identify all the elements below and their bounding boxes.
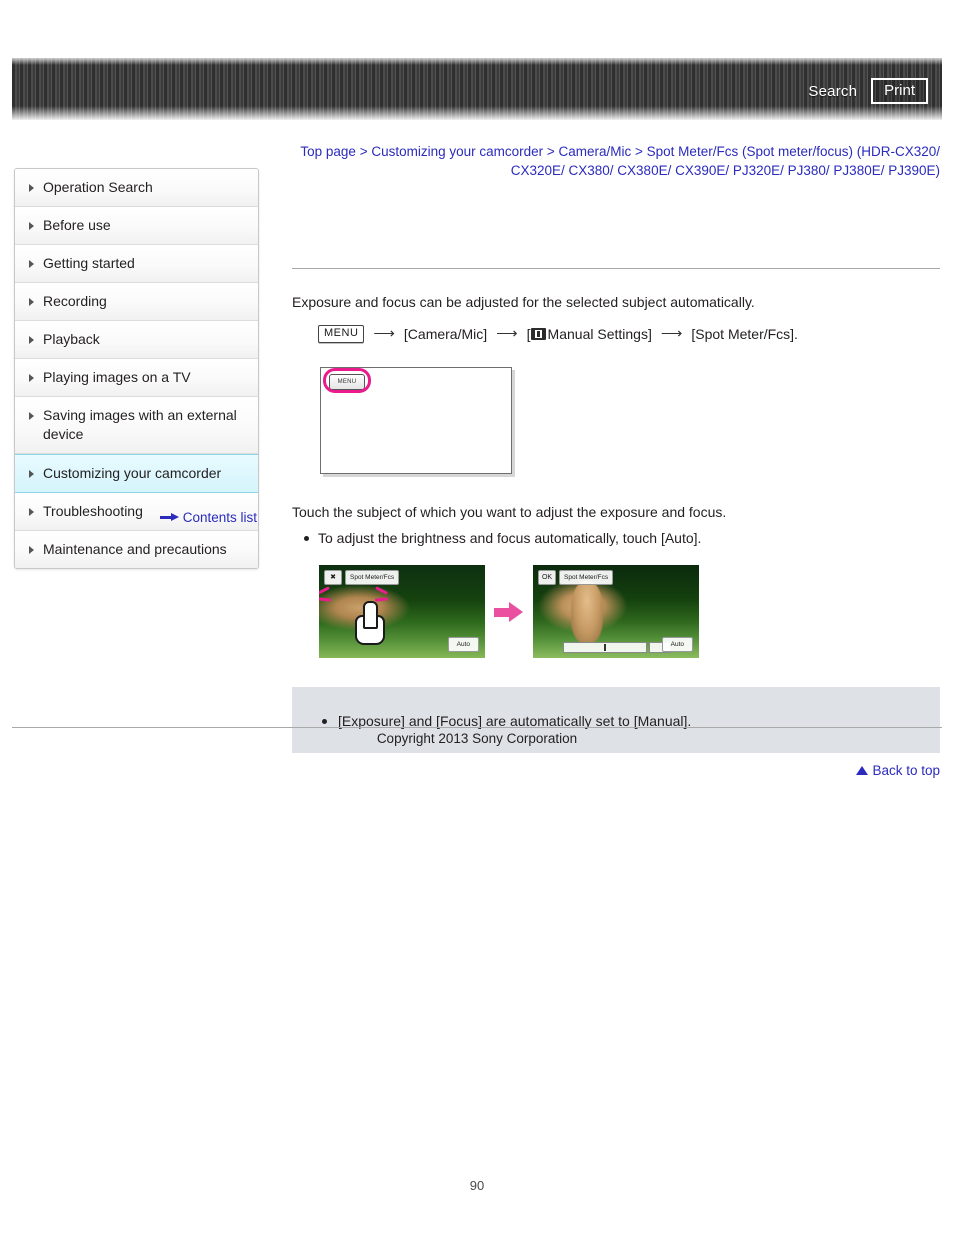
- sidebar-item-label: Recording: [43, 293, 107, 309]
- menu-button-chip: MENU: [318, 325, 365, 343]
- exposure-slider[interactable]: [563, 642, 647, 653]
- contents-list-link[interactable]: Contents list: [14, 510, 257, 525]
- transition-arrow-icon: [494, 601, 524, 622]
- hand-finger-shape: [363, 601, 378, 629]
- photo-before-touch: ✖ Spot Meter/Fcs Auto: [318, 564, 486, 659]
- sidebar-item-playing-images-on-a-tv[interactable]: Playing images on a TV: [15, 359, 258, 397]
- auto-button[interactable]: Auto: [661, 637, 693, 652]
- manual-settings-icon: [530, 328, 546, 340]
- header-actions: Search Print: [808, 78, 928, 105]
- menu-button-highlight-outline: [323, 368, 371, 393]
- page-number: 90: [469, 1178, 485, 1193]
- sidebar-item-operation-search[interactable]: Operation Search: [15, 169, 258, 207]
- camcorder-screen-mock: MENU: [320, 367, 512, 474]
- chevron-right-icon: [29, 184, 34, 192]
- auto-button[interactable]: Auto: [447, 637, 479, 652]
- note-text: [Exposure] and [Focus] are automatically…: [310, 711, 922, 731]
- touch-ray-icon: [319, 586, 330, 595]
- chevron-right-icon: [29, 470, 34, 478]
- header-top-fade: [12, 58, 942, 65]
- touch-instruction: Touch the subject of which you want to a…: [292, 504, 727, 520]
- sidebar-item-before-use[interactable]: Before use: [15, 207, 258, 245]
- menu-step-camera-mic: [Camera/Mic]: [403, 326, 488, 342]
- sidebar-navigation: Operation Search Before use Getting star…: [14, 168, 259, 569]
- menu-step-manual-settings: Manual Settings]: [547, 326, 652, 342]
- photo-comparison-row: ✖ Spot Meter/Fcs Auto OK Spot Meter/Fcs …: [318, 564, 940, 659]
- menu-step-bracket-open: [: [526, 326, 531, 342]
- menu-path: MENU ⟶ [Camera/Mic] ⟶ [ Manual Settings]…: [292, 323, 940, 345]
- cat-subject-focused: [571, 581, 603, 643]
- photo-after-touch: OK Spot Meter/Fcs Auto: [532, 564, 700, 659]
- arrow-icon: ⟶: [660, 325, 683, 342]
- breadcrumb[interactable]: Top page > Customizing your camcorder > …: [292, 142, 940, 180]
- close-icon[interactable]: ✖: [324, 570, 342, 585]
- chevron-right-icon: [29, 374, 34, 382]
- triangle-up-icon: [856, 766, 869, 775]
- sidebar-item-label: Getting started: [43, 255, 135, 271]
- arrow-icon: ⟶: [496, 325, 518, 342]
- main-content: Exposure and focus can be adjusted for t…: [292, 200, 940, 778]
- sidebar-item-label: Customizing your camcorder: [43, 465, 222, 481]
- sidebar-item-maintenance-and-precautions[interactable]: Maintenance and precautions: [15, 531, 258, 568]
- copyright-text: Copyright 2013 Sony Corporation: [376, 731, 578, 746]
- chevron-right-icon: [29, 222, 34, 230]
- touch-ray-icon: [319, 597, 332, 602]
- contents-list-label: Contents list: [182, 510, 257, 525]
- sidebar-item-label: Playback: [43, 331, 100, 347]
- touch-hand-icon: [355, 601, 385, 645]
- sidebar-item-label: Saving images with an external device: [43, 407, 237, 442]
- sidebar-item-label: Maintenance and precautions: [43, 541, 227, 557]
- menu-step-spot-meter-fcs: [Spot Meter/Fcs].: [691, 326, 798, 342]
- chevron-right-icon: [29, 412, 34, 420]
- back-to-top-label: Back to top: [872, 763, 940, 778]
- sidebar-item-recording[interactable]: Recording: [15, 283, 258, 321]
- search-button[interactable]: Search: [808, 83, 857, 100]
- sidebar-item-label: Operation Search: [43, 179, 153, 195]
- spot-meter-fcs-title: Spot Meter/Fcs: [345, 570, 400, 585]
- chevron-right-icon: [29, 546, 34, 554]
- sidebar-item-label: Playing images on a TV: [43, 369, 191, 385]
- sidebar-item-getting-started[interactable]: Getting started: [15, 245, 258, 283]
- sidebar-item-playback[interactable]: Playback: [15, 321, 258, 359]
- spot-meter-fcs-title: Spot Meter/Fcs: [559, 570, 614, 585]
- arrow-right-icon: [159, 513, 179, 522]
- content-divider: [292, 268, 940, 269]
- print-button[interactable]: Print: [871, 78, 928, 105]
- ok-button[interactable]: OK: [538, 570, 556, 585]
- touch-ray-icon: [374, 597, 389, 602]
- intro-paragraph: Exposure and focus can be adjusted for t…: [292, 294, 755, 310]
- chevron-right-icon: [29, 336, 34, 344]
- sidebar-item-label: Before use: [43, 217, 111, 233]
- chevron-right-icon: [29, 260, 34, 268]
- footer-divider: [12, 727, 942, 728]
- back-to-top-link[interactable]: Back to top: [292, 763, 940, 778]
- site-header-bar: Search Print: [12, 58, 942, 120]
- sidebar-item-customizing-your-camcorder[interactable]: Customizing your camcorder: [15, 454, 258, 493]
- header-bottom-fade: [12, 106, 942, 120]
- auto-adjust-bullet: To adjust the brightness and focus autom…: [292, 528, 940, 548]
- sidebar-item-saving-images-external-device[interactable]: Saving images with an external device: [15, 397, 258, 454]
- arrow-icon: ⟶: [373, 325, 395, 342]
- chevron-right-icon: [29, 298, 34, 306]
